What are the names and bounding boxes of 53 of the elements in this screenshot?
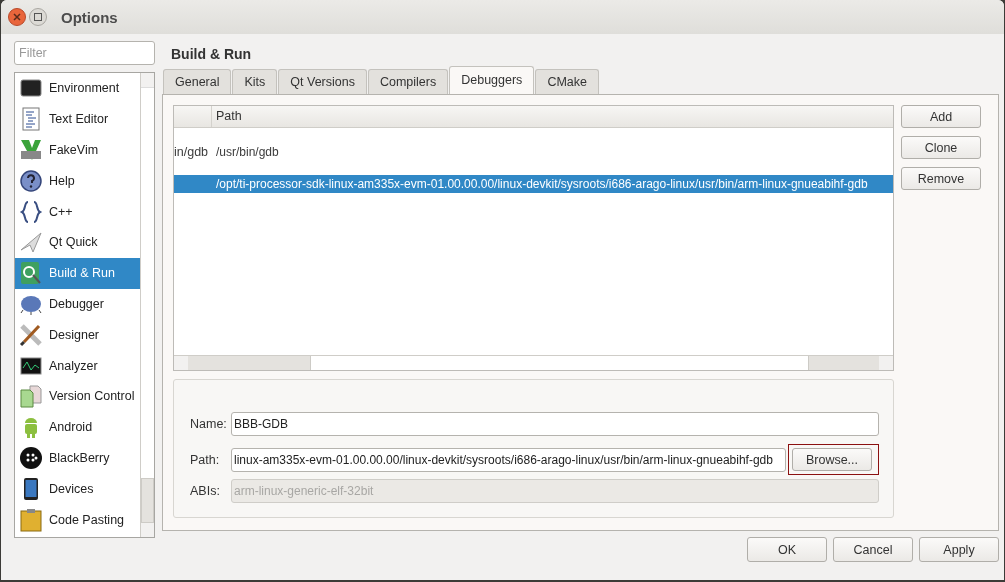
- table-row[interactable]: in/gdb /usr/bin/gdb: [174, 143, 893, 161]
- documents-icon: [19, 384, 43, 409]
- tab[interactable]: General: [163, 69, 232, 94]
- sidebar-item[interactable]: Analyzer: [15, 350, 140, 381]
- action-button[interactable]: Remove: [901, 167, 981, 190]
- action-button[interactable]: Clone: [901, 136, 981, 159]
- sidebar-item[interactable]: Devices: [15, 473, 140, 505]
- maximize-icon[interactable]: [29, 8, 47, 26]
- dialog-button[interactable]: Cancel: [833, 537, 913, 562]
- column-header: Path: [215, 108, 243, 125]
- tab[interactable]: Qt Versions: [278, 69, 367, 94]
- dialog-button[interactable]: Apply: [919, 537, 999, 562]
- page-title: Build & Run: [170, 45, 253, 64]
- sidebar-item[interactable]: FakeVim: [15, 134, 140, 166]
- clipboard-icon: [19, 507, 43, 532]
- tab[interactable]: Compilers: [367, 69, 449, 94]
- browse-button[interactable]: Browse...: [792, 448, 872, 471]
- help-icon: [19, 168, 43, 193]
- close-icon[interactable]: [8, 8, 26, 26]
- field-label: Name:: [190, 417, 228, 431]
- table-cell-text: in/gdb: [174, 144, 210, 161]
- sidebar-item[interactable]: Debugger: [15, 288, 140, 320]
- name-field[interactable]: BBB-GDB: [231, 412, 879, 436]
- sidebar-item[interactable]: Text Editor: [15, 103, 140, 135]
- scroll-bar[interactable]: [174, 355, 893, 370]
- braces-icon: [19, 199, 43, 224]
- paper-plane-icon: [19, 230, 43, 255]
- path-field[interactable]: linux-am335x-evm-01.00.00.00/linux-devkit/sysroots/i686-arago-linux/usr/bin/arm-linux-gnueabihf-gdb: [231, 447, 786, 472]
- sidebar-item[interactable]: Build & Run: [15, 257, 140, 289]
- tab[interactable]: Kits: [232, 69, 278, 94]
- document-icon: [19, 107, 43, 132]
- sidebar-item[interactable]: Code Pasting: [15, 504, 140, 535]
- scroll-bar[interactable]: [140, 73, 154, 537]
- window-title: Options: [61, 8, 118, 26]
- field-label: ABIs:: [190, 484, 221, 498]
- sidebar-item[interactable]: Environment: [15, 73, 140, 104]
- sidebar-item[interactable]: Version Control: [15, 380, 140, 412]
- dialog-button[interactable]: OK: [747, 537, 827, 562]
- vim-icon: [19, 138, 43, 162]
- blackberry-icon: [19, 445, 43, 470]
- ruler-brush-icon: [19, 322, 43, 347]
- tab[interactable]: CMake: [535, 69, 599, 94]
- sidebar-item[interactable]: Designer: [15, 319, 140, 351]
- sidebar-item[interactable]: BlackBerry: [15, 442, 140, 474]
- sidebar-item[interactable]: Android: [15, 411, 140, 443]
- sidebar-item[interactable]: Qt Quick: [15, 227, 140, 258]
- action-button[interactable]: Add: [901, 105, 981, 128]
- sidebar-item[interactable]: Help: [15, 165, 140, 197]
- field-label: Path:: [190, 452, 221, 467]
- sidebar-item[interactable]: C++: [15, 196, 140, 227]
- tab[interactable]: Debuggers: [449, 66, 535, 94]
- table-cell-text: /usr/bin/gdb: [215, 144, 279, 161]
- filter-field[interactable]: Filter: [14, 41, 155, 65]
